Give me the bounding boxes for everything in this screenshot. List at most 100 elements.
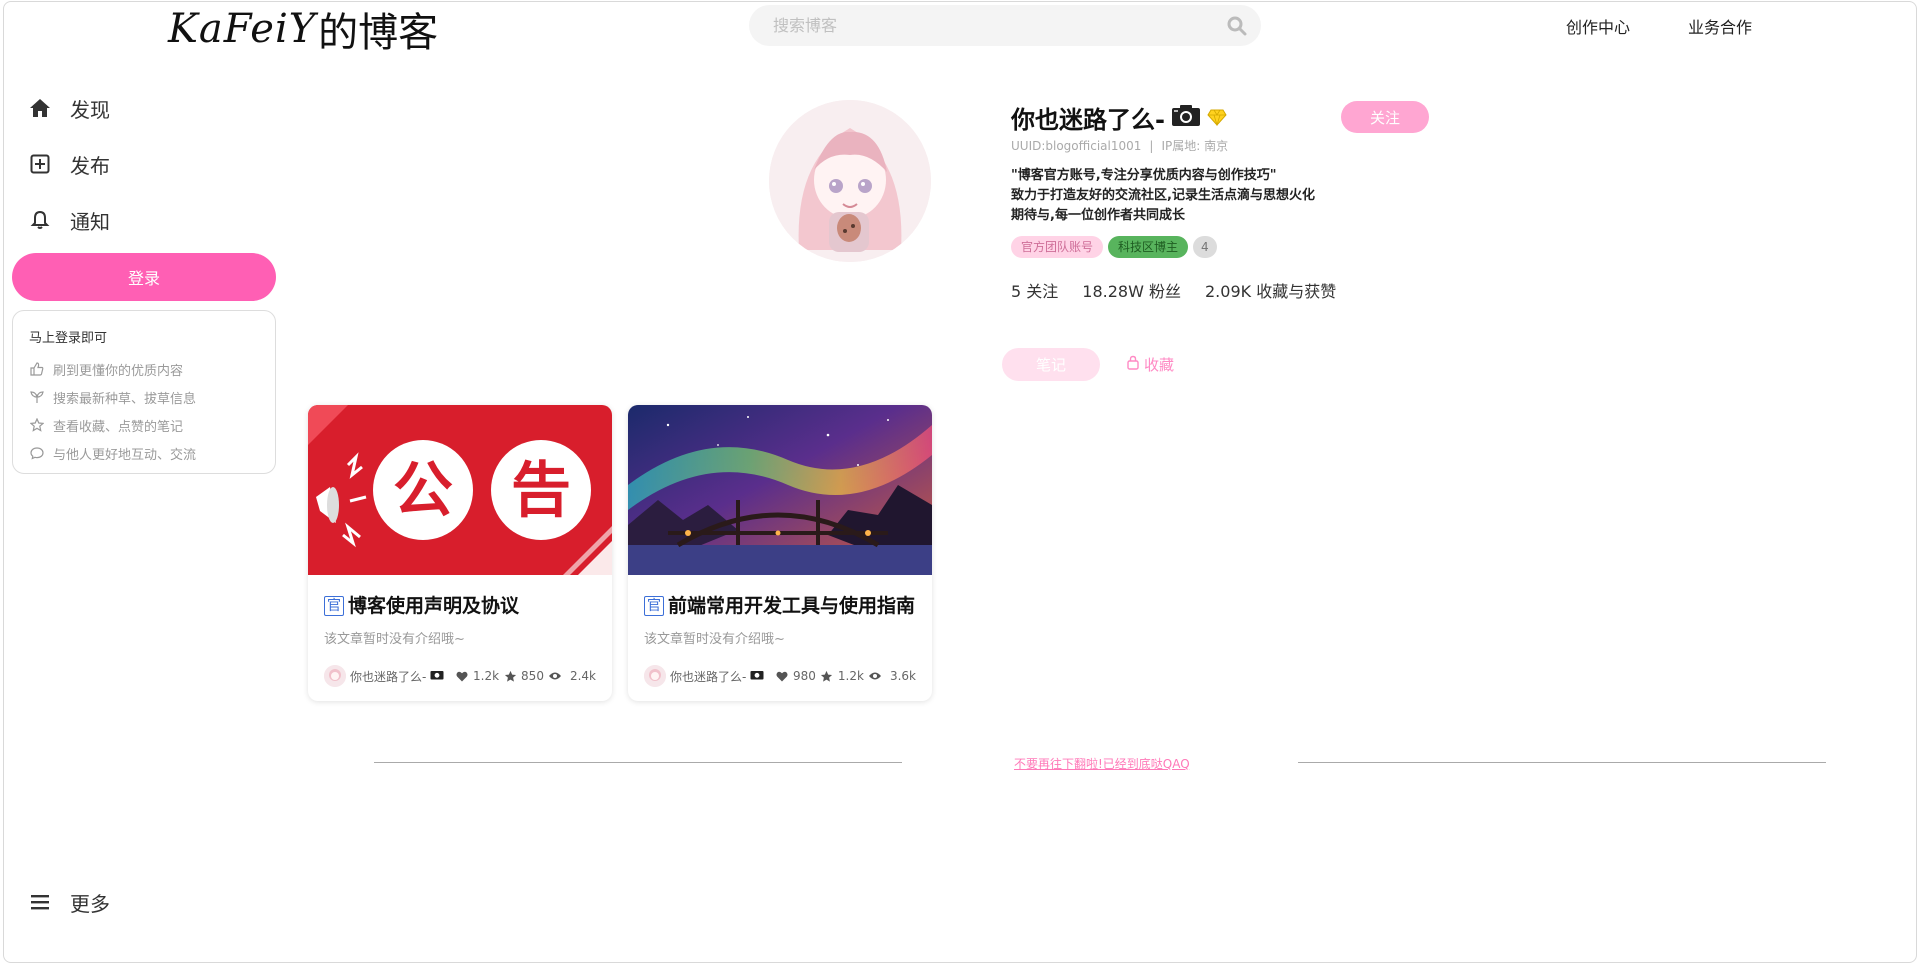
post-cover-image (628, 405, 932, 575)
author-name: 你也迷路了么- (670, 669, 747, 684)
stat-likes: 2.09K 收藏与获赞 (1205, 282, 1337, 301)
profile-meta: UUID:blogofficial1001 | IP属地: 南京 (1011, 137, 1228, 154)
login-benefit-row: 查看收藏、点赞的笔记 (29, 411, 259, 439)
profile-ip-location: IP属地: 南京 (1161, 139, 1229, 153)
sidebar-item-label: 更多 (70, 891, 110, 916)
end-of-list-text[interactable]: 不要再往下翻啦!已经到底哒QAQ (1014, 755, 1190, 772)
official-badge: 官 (644, 596, 664, 616)
camera-icon (430, 669, 444, 683)
view-count: 2.4k (569, 669, 596, 683)
login-benefit-row: 搜索最新种草、拔草信息 (29, 383, 259, 411)
logo-cn-text: 的博客 (318, 10, 439, 56)
sprout-icon (29, 389, 45, 405)
post-card[interactable]: 公 告 官 博客使用声明及协议 该文章暂时没有介绍哦~ 你也迷路了么- 1.2k… (308, 405, 612, 701)
site-logo[interactable]: KaFeiY 的博客 (168, 4, 438, 56)
post-author[interactable]: 你也迷路了么- (644, 665, 764, 687)
post-stats: 1.2k 850 2.4k (455, 669, 596, 683)
profile-tags: 官方团队账号 科技区博主 4 (1011, 236, 1217, 258)
post-title[interactable]: 博客使用声明及协议 (348, 592, 519, 620)
official-badge: 官 (324, 596, 344, 616)
sidebar-item-label: 发布 (70, 153, 110, 178)
like-count: 1.2k (473, 669, 500, 683)
post-title-row: 官 博客使用声明及协议 (324, 592, 596, 620)
tag-count: 4 (1193, 236, 1217, 258)
login-benefit-row: 刷到更懂你的优质内容 (29, 355, 259, 383)
search-bar (749, 5, 1261, 46)
search-input[interactable] (773, 16, 1225, 35)
login-benefit-text: 搜索最新种草、拔草信息 (53, 391, 197, 407)
stat-fans[interactable]: 18.28W 粉丝 (1082, 278, 1181, 302)
bio-line: 期待与,每一位创作者共同成长 (1011, 208, 1185, 223)
profile-stats: 5 关注 18.28W 粉丝 2.09K 收藏与获赞 (1011, 278, 1336, 302)
post-card-body: 官 前端常用开发工具与使用指南 该文章暂时没有介绍哦~ 你也迷路了么- 980 … (628, 575, 932, 701)
end-divider-left (374, 762, 902, 763)
menu-icon (26, 888, 54, 916)
login-benefit-row: 与他人更好地互动、交流 (29, 439, 259, 467)
author-avatar (644, 665, 666, 687)
creator-center-link[interactable]: 创作中心 (1566, 14, 1630, 38)
star-count: 850 (521, 669, 544, 683)
heart-icon[interactable] (775, 669, 789, 683)
bio-line: 致力于打造友好的交流社区,记录生活点滴与思想火化 (1011, 188, 1315, 203)
heart-icon[interactable] (455, 669, 469, 683)
profile-username-row: 你也迷路了么- (1011, 100, 1227, 135)
business-cooperation-link[interactable]: 业务合作 (1688, 14, 1752, 38)
login-benefit-text: 与他人更好地互动、交流 (53, 447, 197, 463)
stat-following[interactable]: 5 关注 (1011, 278, 1058, 302)
profile-username: 你也迷路了么- (1011, 106, 1165, 134)
chat-bubble-icon (29, 445, 45, 461)
star-icon[interactable] (820, 669, 834, 683)
author-name: 你也迷路了么- (350, 669, 427, 684)
app-frame (3, 1, 1917, 963)
post-card-body: 官 博客使用声明及协议 该文章暂时没有介绍哦~ 你也迷路了么- 1.2k 850… (308, 575, 612, 701)
tab-favorites[interactable]: 收藏 (1126, 352, 1174, 376)
thumbs-up-icon (29, 361, 45, 377)
post-meta: 你也迷路了么- 980 1.2k 3.6k (644, 665, 916, 687)
tab-notes[interactable]: 笔记 (1002, 348, 1100, 381)
meta-separator: | (1149, 139, 1154, 153)
cover-char-1: 公 (393, 456, 453, 526)
lock-icon (1126, 355, 1140, 374)
post-title[interactable]: 前端常用开发工具与使用指南 (668, 592, 915, 620)
tab-label: 笔记 (1035, 356, 1066, 374)
login-prompt-card: 马上登录即可 刷到更懂你的优质内容 搜索最新种草、拔草信息 查看收藏、点赞的笔记… (12, 310, 276, 474)
post-meta: 你也迷路了么- 1.2k 850 2.4k (324, 665, 596, 687)
sidebar-item-discover[interactable]: 发现 (26, 88, 110, 128)
tag-official-team: 官方团队账号 (1011, 236, 1104, 258)
camera-icon (1171, 103, 1201, 133)
star-icon (29, 417, 45, 433)
star-count: 1.2k (837, 669, 864, 683)
bio-line: "博客官方账号,专注分享优质内容与创作技巧" (1011, 168, 1277, 183)
plus-square-icon (26, 150, 54, 178)
profile-bio: "博客官方账号,专注分享优质内容与创作技巧" 致力于打造友好的交流社区,记录生活… (1011, 166, 1315, 226)
sidebar-item-label: 通知 (70, 209, 110, 234)
sidebar-item-notifications[interactable]: 通知 (26, 200, 110, 240)
author-avatar (324, 665, 346, 687)
profile-uid: UUID:blogofficial1001 (1011, 139, 1142, 153)
sidebar-item-label: 发现 (70, 97, 110, 122)
view-count: 3.6k (889, 669, 916, 683)
login-benefit-text: 查看收藏、点赞的笔记 (53, 419, 184, 435)
follow-button[interactable]: 关注 (1341, 101, 1429, 133)
login-button[interactable]: 登录 (12, 253, 276, 301)
tab-label: 收藏 (1144, 355, 1175, 374)
profile-avatar (769, 100, 931, 262)
post-author[interactable]: 你也迷路了么- (324, 665, 444, 687)
home-icon (26, 94, 54, 122)
star-icon[interactable] (503, 669, 517, 683)
cover-char-2: 告 (511, 456, 571, 526)
search-icon[interactable] (1225, 14, 1249, 38)
verified-diamond-icon (1207, 104, 1227, 132)
post-card[interactable]: 官 前端常用开发工具与使用指南 该文章暂时没有介绍哦~ 你也迷路了么- 980 … (628, 405, 932, 701)
eye-icon (868, 669, 882, 683)
top-nav: 创作中心 业务合作 (1566, 14, 1752, 38)
bell-icon (26, 206, 54, 234)
like-count: 980 (793, 669, 816, 683)
sidebar-item-more[interactable]: 更多 (26, 882, 110, 922)
post-title-row: 官 前端常用开发工具与使用指南 (644, 592, 916, 620)
post-description: 该文章暂时没有介绍哦~ (324, 632, 465, 647)
logo-script-text: KaFeiY (168, 6, 317, 52)
login-prompt-title: 马上登录即可 (29, 331, 108, 346)
sidebar-item-publish[interactable]: 发布 (26, 144, 110, 184)
post-stats: 980 1.2k 3.6k (775, 669, 916, 683)
